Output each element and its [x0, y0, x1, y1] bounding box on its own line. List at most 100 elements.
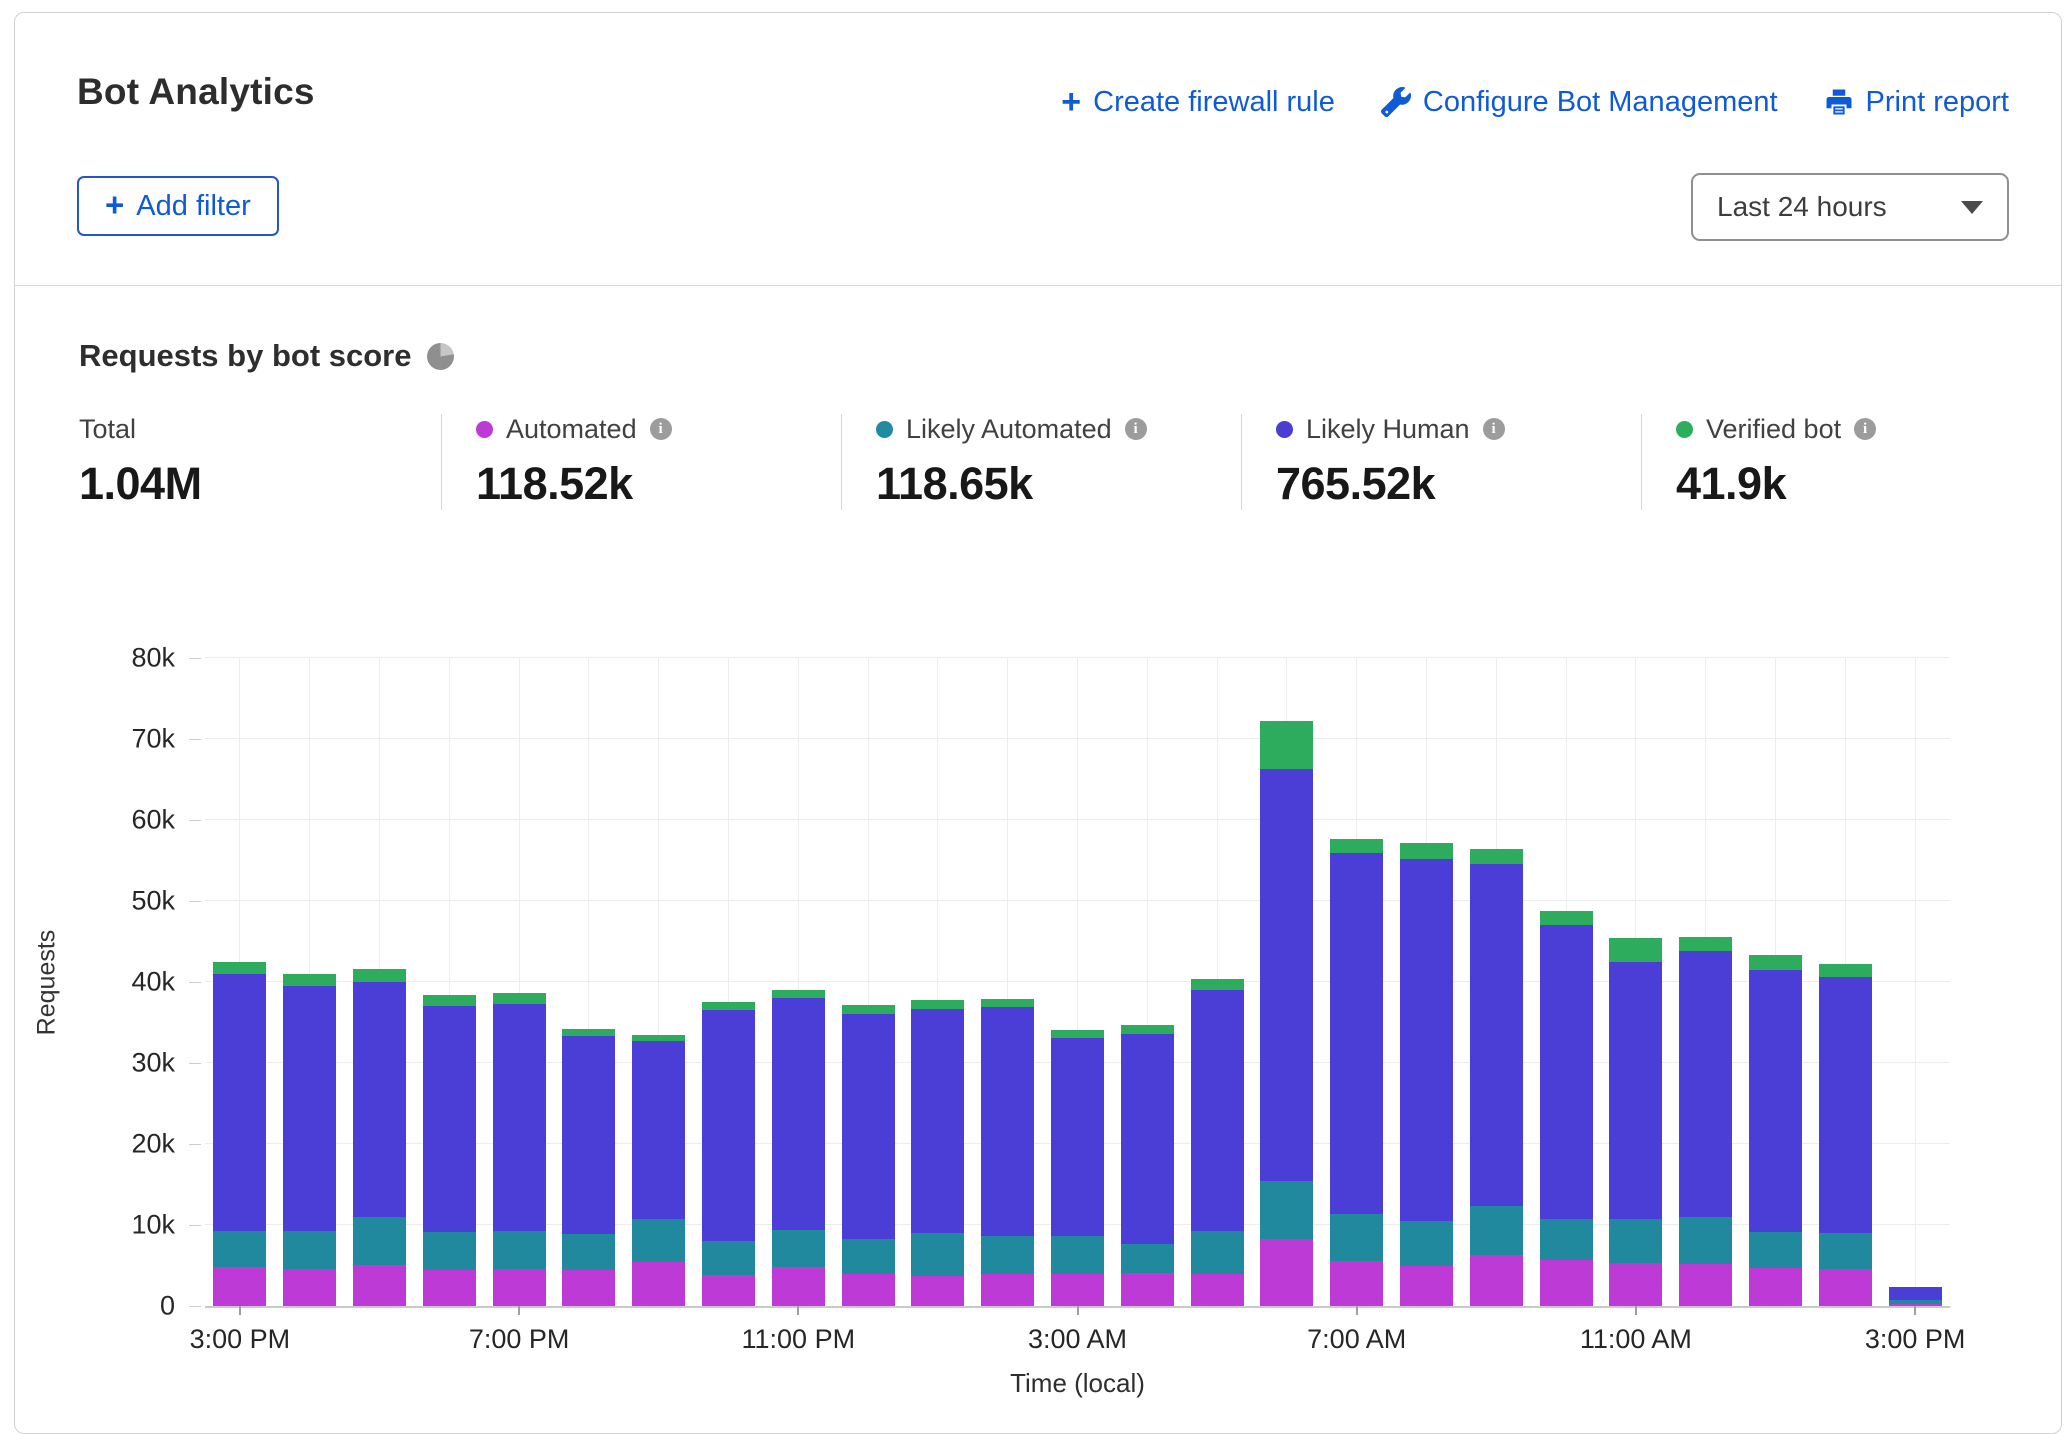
bar-segment-automated[interactable]: [493, 1269, 546, 1306]
bar-segment-verified-bot[interactable]: [1819, 964, 1872, 977]
bar-segment-likely-automated[interactable]: [493, 1231, 546, 1269]
bar-9-00-am[interactable]: [1470, 849, 1523, 1306]
bar-segment-verified-bot[interactable]: [1330, 839, 1383, 854]
bar-segment-automated[interactable]: [772, 1267, 825, 1306]
bar-11-00-pm[interactable]: [772, 990, 825, 1306]
bar-segment-verified-bot[interactable]: [353, 969, 406, 982]
bar-segment-automated[interactable]: [1051, 1274, 1104, 1306]
bar-segment-likely-automated[interactable]: [1470, 1206, 1523, 1255]
bar-3-00-am[interactable]: [1051, 1030, 1104, 1306]
bar-segment-likely-human[interactable]: [702, 1010, 755, 1242]
bar-2-00-am[interactable]: [981, 999, 1034, 1306]
bar-segment-likely-automated[interactable]: [1191, 1231, 1244, 1275]
create-firewall-rule-link[interactable]: + Create firewall rule: [1061, 85, 1335, 119]
bar-segment-likely-automated[interactable]: [1330, 1214, 1383, 1262]
bar-5-00-am[interactable]: [1191, 979, 1244, 1306]
bar-segment-verified-bot[interactable]: [1051, 1030, 1104, 1038]
bar-segment-automated[interactable]: [981, 1274, 1034, 1306]
bar-segment-likely-human[interactable]: [1609, 962, 1662, 1220]
bar-segment-likely-human[interactable]: [1470, 864, 1523, 1207]
bar-segment-verified-bot[interactable]: [1749, 955, 1802, 970]
bar-segment-likely-automated[interactable]: [1609, 1219, 1662, 1263]
bar-segment-automated[interactable]: [1121, 1273, 1174, 1306]
bar-segment-likely-human[interactable]: [1121, 1034, 1174, 1244]
bar-segment-likely-human[interactable]: [981, 1007, 1034, 1235]
bar-segment-likely-human[interactable]: [493, 1004, 546, 1231]
info-icon[interactable]: i: [1125, 418, 1147, 440]
bar-segment-verified-bot[interactable]: [493, 993, 546, 1004]
bar-segment-likely-human[interactable]: [632, 1041, 685, 1219]
bar-segment-likely-human[interactable]: [562, 1036, 615, 1234]
bar-segment-likely-human[interactable]: [1889, 1287, 1942, 1299]
bar-segment-likely-human[interactable]: [772, 998, 825, 1230]
bar-segment-likely-human[interactable]: [1400, 859, 1453, 1221]
bar-segment-likely-human[interactable]: [1260, 769, 1313, 1181]
bar-segment-likely-human[interactable]: [842, 1014, 895, 1239]
configure-bot-management-link[interactable]: Configure Bot Management: [1381, 86, 1778, 119]
bar-segment-automated[interactable]: [1470, 1255, 1523, 1306]
bar-segment-verified-bot[interactable]: [1260, 721, 1313, 769]
bar-segment-likely-automated[interactable]: [1540, 1219, 1593, 1260]
bar-6-00-am[interactable]: [1260, 721, 1313, 1306]
bar-segment-automated[interactable]: [353, 1265, 406, 1306]
bar-segment-automated[interactable]: [1191, 1274, 1244, 1306]
bar-segment-automated[interactable]: [1679, 1264, 1732, 1306]
bar-segment-verified-bot[interactable]: [562, 1029, 615, 1036]
bar-segment-likely-human[interactable]: [1749, 970, 1802, 1232]
bar-10-00-am[interactable]: [1540, 911, 1593, 1306]
bar-segment-likely-human[interactable]: [423, 1006, 476, 1233]
bar-segment-likely-human[interactable]: [1540, 925, 1593, 1219]
bar-segment-likely-automated[interactable]: [1121, 1244, 1174, 1273]
bar-segment-automated[interactable]: [702, 1275, 755, 1306]
print-report-link[interactable]: Print report: [1824, 86, 2009, 119]
bar-segment-automated[interactable]: [842, 1274, 895, 1306]
bar-segment-likely-human[interactable]: [1819, 977, 1872, 1233]
bar-segment-likely-automated[interactable]: [1051, 1236, 1104, 1275]
bar-8-00-pm[interactable]: [562, 1029, 615, 1306]
bar-1-00-am[interactable]: [911, 1000, 964, 1306]
bar-segment-likely-automated[interactable]: [1400, 1221, 1453, 1266]
info-icon[interactable]: i: [1854, 418, 1876, 440]
bar-segment-automated[interactable]: [1400, 1266, 1453, 1307]
bar-segment-automated[interactable]: [213, 1267, 266, 1306]
bar-segment-likely-automated[interactable]: [1260, 1181, 1313, 1239]
bar-segment-likely-automated[interactable]: [1679, 1217, 1732, 1264]
bar-4-00-am[interactable]: [1121, 1025, 1174, 1306]
bar-segment-automated[interactable]: [1330, 1261, 1383, 1306]
bar-segment-likely-automated[interactable]: [981, 1236, 1034, 1274]
bar-segment-likely-automated[interactable]: [353, 1217, 406, 1265]
bar-segment-likely-automated[interactable]: [842, 1239, 895, 1275]
bar-segment-verified-bot[interactable]: [772, 990, 825, 998]
bar-segment-verified-bot[interactable]: [1400, 843, 1453, 859]
bar-segment-automated[interactable]: [283, 1269, 336, 1306]
bar-segment-likely-automated[interactable]: [423, 1232, 476, 1270]
bar-segment-verified-bot[interactable]: [1470, 849, 1523, 864]
bar-1-00-pm[interactable]: [1749, 955, 1802, 1306]
bar-segment-likely-automated[interactable]: [1749, 1232, 1802, 1268]
bar-10-00-pm[interactable]: [702, 1002, 755, 1306]
bar-segment-automated[interactable]: [423, 1270, 476, 1306]
bar-segment-automated[interactable]: [1260, 1239, 1313, 1306]
bar-5-00-pm[interactable]: [353, 969, 406, 1306]
bar-segment-likely-automated[interactable]: [911, 1233, 964, 1276]
info-icon[interactable]: i: [1483, 418, 1505, 440]
bar-segment-likely-human[interactable]: [213, 974, 266, 1231]
bar-segment-automated[interactable]: [911, 1276, 964, 1306]
bar-3-00-pm[interactable]: [213, 962, 266, 1306]
bar-11-00-am[interactable]: [1609, 938, 1662, 1306]
info-icon[interactable]: i: [650, 418, 672, 440]
bar-segment-likely-human[interactable]: [1051, 1038, 1104, 1236]
bar-segment-verified-bot[interactable]: [1679, 937, 1732, 952]
bar-segment-verified-bot[interactable]: [911, 1000, 964, 1009]
bar-segment-likely-human[interactable]: [911, 1009, 964, 1233]
bar-6-00-pm[interactable]: [423, 995, 476, 1306]
bar-segment-verified-bot[interactable]: [1540, 911, 1593, 926]
bar-segment-verified-bot[interactable]: [1191, 979, 1244, 990]
bar-4-00-pm[interactable]: [283, 974, 336, 1306]
bar-segment-verified-bot[interactable]: [1609, 938, 1662, 961]
bar-segment-verified-bot[interactable]: [283, 974, 336, 986]
bar-segment-likely-automated[interactable]: [213, 1231, 266, 1267]
time-range-select[interactable]: Last 24 hours: [1691, 173, 2009, 241]
bar-segment-likely-automated[interactable]: [632, 1219, 685, 1262]
bar-9-00-pm[interactable]: [632, 1035, 685, 1306]
